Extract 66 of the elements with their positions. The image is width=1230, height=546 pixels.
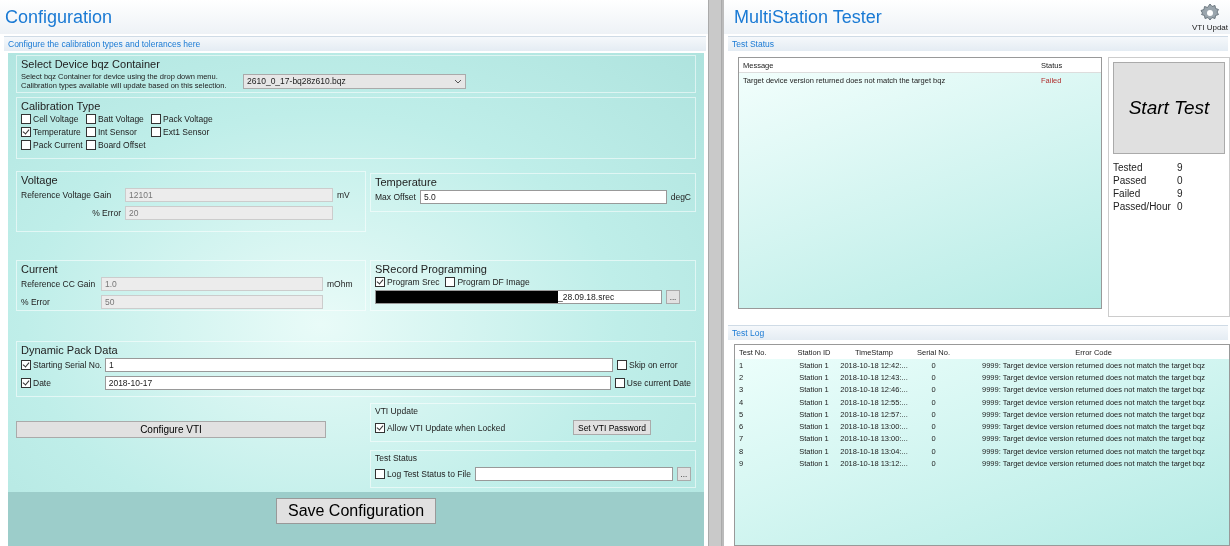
calibration-checkbox[interactable]: Batt Voltage: [86, 114, 151, 124]
stat-label: Tested: [1113, 162, 1144, 173]
option-checkbox[interactable]: Skip on error: [617, 360, 678, 370]
field-label: % Error: [91, 208, 121, 218]
calibration-checkbox[interactable]: Pack Voltage: [151, 114, 221, 124]
voltage-gain-field[interactable]: 12101: [125, 188, 333, 202]
error-field[interactable]: 20: [125, 206, 333, 220]
gear-icon: [1200, 2, 1220, 23]
log-status-checkbox[interactable]: Log Test Status to File: [375, 469, 471, 479]
scrollbar[interactable]: [708, 0, 722, 546]
calibration-checkbox[interactable]: Temperature: [21, 127, 86, 137]
cc-gain-field[interactable]: 1.0: [101, 277, 323, 291]
field-label: Reference Voltage Gain: [21, 190, 113, 200]
calibration-checkbox[interactable]: Ext1 Sensor: [151, 127, 221, 137]
section-heading: SRecord Programming: [375, 263, 488, 275]
field-label: Max Offset: [375, 192, 416, 202]
stat-label: Passed/Hour: [1113, 201, 1172, 212]
srec-file-field[interactable]: _28.09.18.srec: [375, 290, 662, 304]
section-heading: Temperature: [375, 176, 438, 188]
subtitle-bar: Configure the calibration types and tolerances here: [4, 36, 706, 51]
max-offset-field[interactable]: 5.0: [419, 190, 667, 204]
field-label: % Error: [21, 297, 51, 307]
error-field[interactable]: 50: [101, 295, 323, 309]
section-heading: Dynamic Pack Data: [21, 344, 119, 356]
calibration-checkbox[interactable]: Int Sensor: [86, 127, 151, 137]
calibration-checkbox[interactable]: Pack Current: [21, 140, 86, 150]
container-dropdown[interactable]: 2610_0_17-bq28z610.bqz: [243, 73, 466, 89]
stat-value: 9: [1177, 162, 1183, 173]
pack-data-checkbox[interactable]: Date: [21, 378, 101, 388]
field-label: Reference CC Gain: [21, 279, 97, 289]
pack-data-field[interactable]: 1: [105, 358, 613, 372]
srec-checkbox[interactable]: Program DF Image: [445, 277, 530, 287]
vti-update-toolbar-button[interactable]: VTI Updat: [1192, 2, 1228, 32]
section-heading: Current: [21, 263, 59, 275]
section-bar: Test Status: [728, 36, 1228, 51]
stat-value: 0: [1177, 201, 1183, 212]
save-configuration-button[interactable]: Save Configuration: [276, 498, 436, 524]
configure-vti-button[interactable]: Configure VTI: [16, 421, 326, 438]
log-file-field[interactable]: [474, 467, 673, 481]
stat-label: Failed: [1113, 188, 1142, 199]
pack-data-checkbox[interactable]: Starting Serial No.: [21, 360, 101, 370]
stat-value: 9: [1177, 188, 1183, 199]
section-heading: VTI Update: [375, 406, 419, 416]
unit-label: degC: [670, 192, 691, 202]
unit-label: mOhm: [327, 279, 353, 289]
browse-button[interactable]: ...: [676, 467, 691, 481]
section-heading: Calibration Type: [21, 100, 102, 112]
panel-title: Configuration: [5, 6, 113, 28]
start-test-button[interactable]: Start Test: [1113, 62, 1225, 154]
unit-label: mV: [337, 190, 350, 200]
allow-update-checkbox[interactable]: Allow VTI Update when Locked: [375, 422, 506, 433]
option-checkbox[interactable]: Use current Date: [614, 378, 691, 388]
browse-button[interactable]: ...: [666, 290, 680, 304]
calibration-checkbox[interactable]: Board Offset: [86, 140, 151, 150]
srec-checkbox[interactable]: Program Srec: [375, 277, 440, 287]
chevron-down-icon: [454, 78, 462, 84]
set-password-button[interactable]: Set VTI Password: [572, 420, 651, 435]
section-heading: Voltage: [21, 174, 59, 186]
section-heading: Select Device bqz Container: [21, 58, 161, 70]
stat-label: Passed: [1113, 175, 1148, 186]
section-heading: Test Status: [375, 453, 419, 463]
pack-data-field[interactable]: 2018-10-17: [104, 376, 611, 390]
panel-title: MultiStation Tester: [734, 6, 882, 28]
stat-value: 0: [1177, 175, 1183, 186]
section-bar: Test Log: [728, 325, 1228, 340]
calibration-checkbox[interactable]: Cell Voltage: [21, 114, 86, 124]
